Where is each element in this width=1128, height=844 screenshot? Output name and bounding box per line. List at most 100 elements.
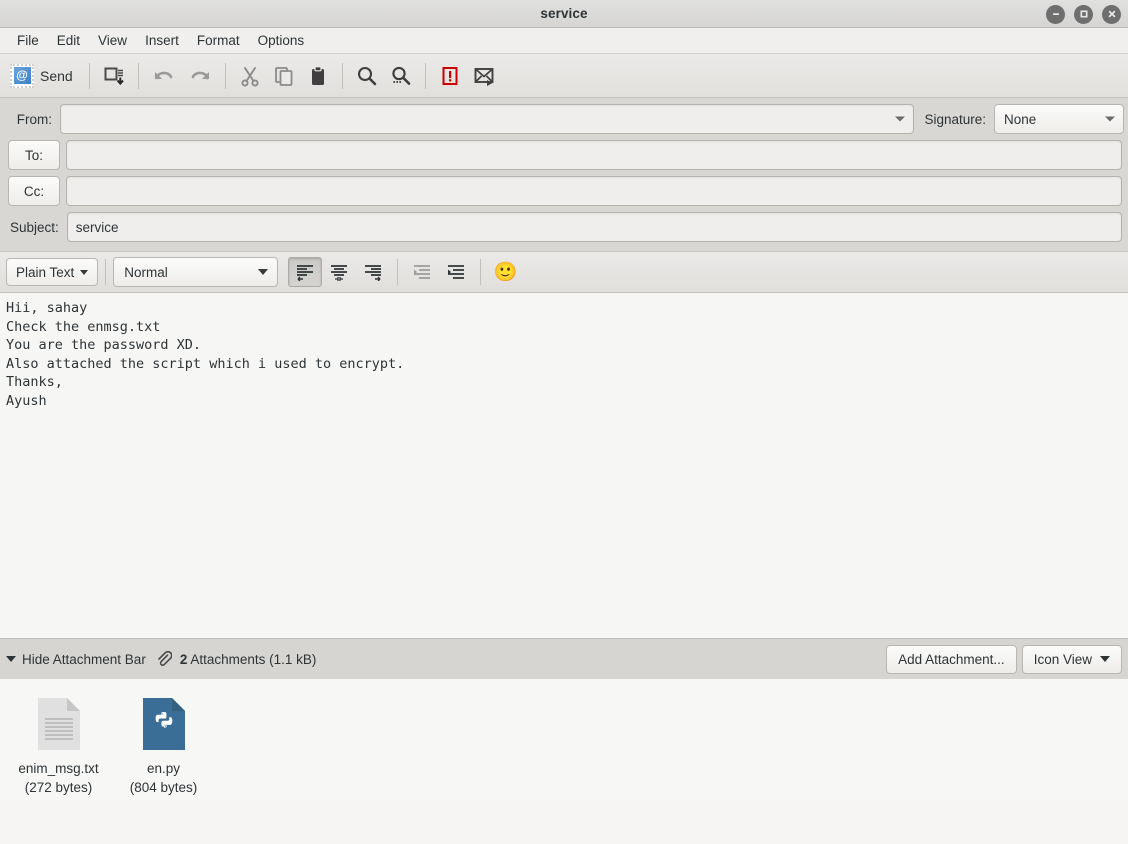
spellcheck-button[interactable]: [350, 59, 384, 93]
attachment-name: enim_msg.txt: [18, 761, 99, 776]
copy-button[interactable]: [267, 59, 301, 93]
main-toolbar: @ Send: [0, 54, 1128, 98]
attachment-bar-actions: Add Attachment... Icon View: [886, 644, 1122, 674]
find-icon: [392, 66, 411, 85]
chevron-down-icon: [1105, 116, 1115, 122]
format-mode-label: Plain Text: [16, 264, 75, 280]
align-left-icon: [297, 265, 314, 281]
priority-button[interactable]: [433, 59, 467, 93]
receipt-icon: [474, 67, 494, 86]
to-row: To:: [4, 140, 1124, 170]
smiley-icon: 🙂: [493, 261, 518, 283]
compose-headers: From: Signature: None To: Cc: Subject: s…: [0, 98, 1128, 251]
maximize-icon: [1079, 10, 1088, 18]
paste-icon: [311, 65, 324, 85]
cc-field-button[interactable]: Cc:: [8, 176, 60, 206]
menu-format[interactable]: Format: [188, 31, 249, 50]
attachment-size: (272 bytes): [24, 780, 93, 795]
close-button[interactable]: [1102, 4, 1121, 24]
add-attachment-label: Add Attachment...: [898, 651, 1005, 667]
undo-icon: [154, 71, 173, 79]
subject-label: Subject:: [10, 219, 59, 235]
redo-button[interactable]: [182, 59, 218, 93]
view-mode-button[interactable]: Icon View: [1021, 644, 1122, 674]
message-body-area[interactable]: Hii, sahay Check the enmsg.txt You are t…: [0, 293, 1128, 638]
return-receipt-button[interactable]: [467, 59, 503, 93]
window-controls: [1046, 0, 1121, 28]
indent-icon: [448, 265, 465, 279]
signature-value: None: [1004, 111, 1037, 127]
emoji-button[interactable]: 🙂: [488, 257, 522, 287]
signature-select[interactable]: None: [994, 104, 1124, 134]
menu-insert[interactable]: Insert: [136, 31, 188, 50]
menu-options[interactable]: Options: [249, 31, 314, 50]
redo-icon: [191, 71, 209, 79]
cut-icon: [241, 66, 259, 87]
subject-input[interactable]: service: [66, 212, 1122, 242]
from-select[interactable]: [60, 104, 915, 134]
text-file-icon: [36, 697, 82, 751]
align-center-button[interactable]: [322, 257, 356, 287]
attachment-item-text[interactable]: enim_msg.txt (272 bytes): [6, 693, 111, 800]
cc-row: Cc:: [4, 176, 1124, 206]
save-draft-button[interactable]: [97, 59, 131, 93]
copy-icon: [274, 66, 293, 86]
indent-button[interactable]: [439, 257, 473, 287]
align-left-button[interactable]: [288, 257, 323, 287]
attachment-size: (804 bytes): [129, 780, 198, 795]
send-button[interactable]: @ Send: [6, 59, 82, 93]
signature-label: Signature:: [924, 111, 986, 127]
titlebar: service: [0, 0, 1128, 28]
stamp-at-icon: @: [10, 63, 34, 88]
menu-view[interactable]: View: [89, 31, 136, 50]
priority-icon: [442, 66, 458, 85]
menu-edit[interactable]: Edit: [48, 31, 89, 50]
toolbar-separator: [224, 62, 226, 89]
toolbar-separator: [341, 62, 343, 89]
chevron-down-icon: [895, 116, 906, 122]
to-input[interactable]: [66, 140, 1122, 170]
format-toolbar: Plain Text Normal 🙂: [0, 251, 1128, 293]
attachment-count: 2 Attachments (1.1 kB): [180, 652, 317, 667]
cc-input[interactable]: [66, 176, 1122, 206]
format-separator: [397, 259, 399, 285]
message-body-text[interactable]: Hii, sahay Check the enmsg.txt You are t…: [0, 293, 1128, 410]
find-button[interactable]: [384, 59, 418, 93]
outdent-icon: [414, 265, 431, 279]
undo-button[interactable]: [146, 59, 182, 93]
paperclip-icon: [156, 650, 172, 668]
maximize-button[interactable]: [1074, 4, 1093, 24]
toolbar-separator: [424, 62, 426, 89]
toolbar-separator: [137, 62, 139, 89]
menu-file[interactable]: File: [8, 31, 48, 50]
to-field-button[interactable]: To:: [8, 140, 60, 170]
send-button-label: Send: [40, 67, 73, 84]
chevron-down-icon[interactable]: [6, 656, 16, 662]
hide-attachment-bar-label[interactable]: Hide Attachment Bar: [22, 652, 146, 667]
format-mode-button[interactable]: Plain Text: [6, 258, 99, 286]
chevron-down-icon: [1100, 656, 1110, 662]
chevron-down-icon: [258, 269, 269, 275]
from-label: From:: [16, 111, 52, 127]
view-mode-label: Icon View: [1033, 651, 1092, 667]
save-draft-icon: [104, 67, 124, 85]
subject-row: Subject: service: [4, 212, 1124, 242]
toolbar-separator: [88, 62, 90, 89]
spellcheck-icon: [357, 66, 377, 85]
minimize-button[interactable]: [1046, 4, 1065, 24]
paragraph-style-select[interactable]: Normal: [113, 257, 279, 287]
attachment-bar: Hide Attachment Bar 2 Attachments (1.1 k…: [0, 638, 1128, 679]
python-file-icon: [141, 697, 187, 751]
outdent-button[interactable]: [405, 257, 439, 287]
cut-button[interactable]: [233, 59, 267, 93]
chevron-down-icon: [80, 269, 89, 275]
subject-value: service: [75, 219, 119, 235]
close-icon: [1108, 10, 1115, 18]
align-right-icon: [365, 265, 382, 281]
attachment-pane: enim_msg.txt (272 bytes) en.py (804 byte…: [0, 679, 1128, 800]
add-attachment-button[interactable]: Add Attachment...: [886, 644, 1017, 674]
window-title: service: [540, 6, 588, 21]
paste-button[interactable]: [301, 59, 335, 93]
align-right-button[interactable]: [356, 257, 390, 287]
attachment-item-python[interactable]: en.py (804 bytes): [111, 693, 216, 800]
